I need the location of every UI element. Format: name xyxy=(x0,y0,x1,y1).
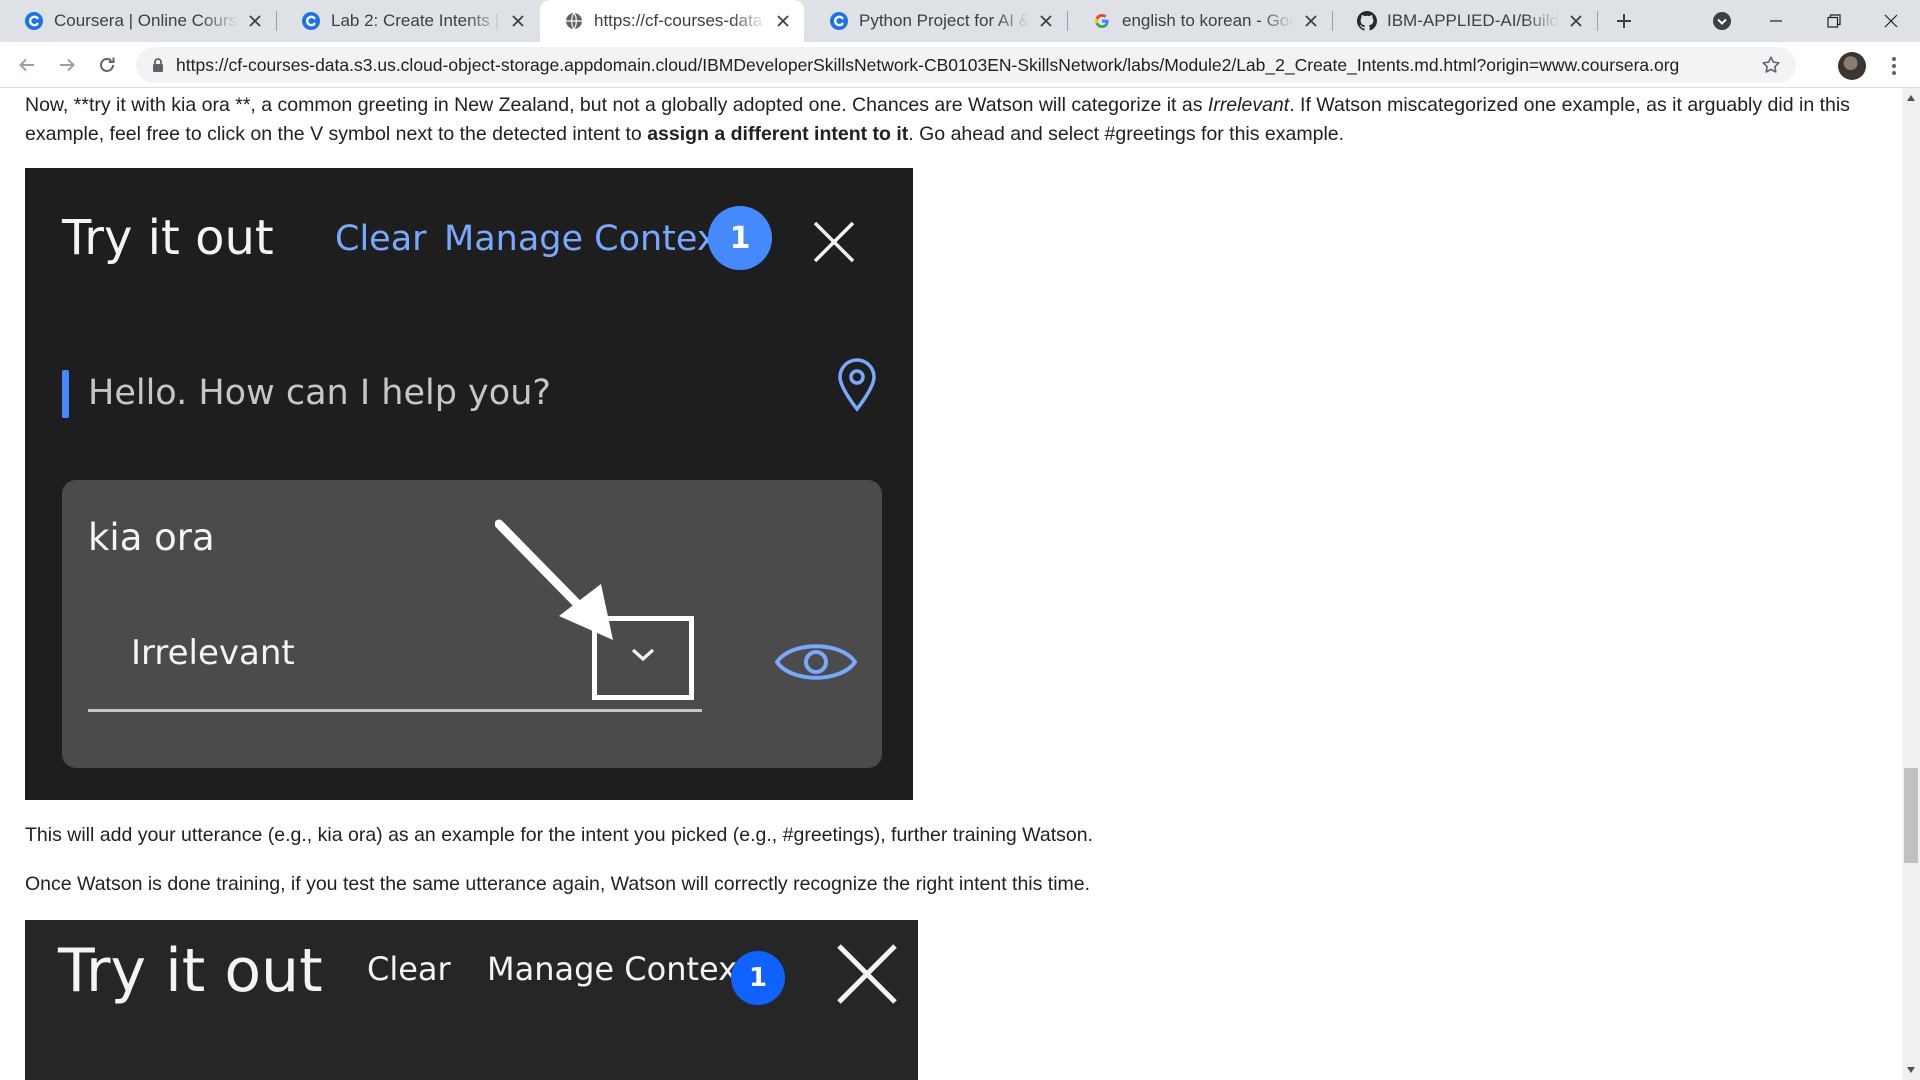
assign-intent-strong: assign a different intent to it xyxy=(647,123,909,145)
clear-link: Clear xyxy=(367,950,451,988)
minimize-icon xyxy=(1770,20,1782,22)
tab-search-button[interactable] xyxy=(1704,0,1740,42)
close-tab-icon[interactable] xyxy=(1035,10,1057,32)
training-paragraph: This will add your utterance (e.g., kia … xyxy=(25,824,1093,846)
retest-paragraph: Once Watson is done training, if you tes… xyxy=(25,873,1091,895)
try-it-out-screenshot-2: Try it out Clear Manage Context 1 xyxy=(25,920,918,1080)
page-scrollbar[interactable] xyxy=(1902,88,1920,1080)
instruction-paragraph: Now, **try it with kia ora **, a common … xyxy=(25,91,1870,149)
tab-title: english to korean - Google xyxy=(1122,11,1294,30)
irrelevant-emphasis: Irrelevant xyxy=(1207,94,1290,116)
restore-icon xyxy=(1827,14,1841,28)
try-it-out-title: Try it out xyxy=(62,210,274,266)
paragraph-text: . Go ahead and select #greetings for thi… xyxy=(908,123,1345,145)
lock-icon xyxy=(153,58,163,72)
profile-avatar[interactable] xyxy=(1838,52,1866,80)
arrow-left-icon xyxy=(19,58,34,72)
eye-icon xyxy=(774,644,858,680)
tab-divider xyxy=(1597,11,1598,31)
close-tab-icon[interactable] xyxy=(1565,10,1587,32)
context-count-badge: 1 xyxy=(708,206,772,270)
pointer-arrow-icon xyxy=(495,519,613,640)
google-icon xyxy=(1092,11,1112,31)
github-icon xyxy=(1357,11,1377,31)
context-count-badge: 1 xyxy=(731,951,785,1005)
coursera-icon xyxy=(829,11,849,31)
back-button[interactable] xyxy=(9,47,45,83)
try-it-out-screenshot: Try it out Clear Manage Context 1 Hello.… xyxy=(25,168,913,800)
new-tab-button[interactable] xyxy=(1606,0,1642,42)
scroll-up-icon[interactable] xyxy=(1906,94,1916,102)
tab-python-project[interactable]: Python Project for AI & Ap xyxy=(805,0,1067,42)
tab-title: Lab 2: Create Intents | Cou xyxy=(331,11,501,30)
tab-title: Python Project for AI & Ap xyxy=(859,11,1029,30)
tab-github[interactable]: IBM-APPLIED-AI/Building A xyxy=(1333,0,1597,42)
page-viewport: Now, **try it with kia ora **, a common … xyxy=(0,88,1902,1080)
paragraph-text: Now, **try it with kia ora **, a common … xyxy=(25,94,1208,116)
bookmark-star-icon[interactable] xyxy=(1760,54,1782,76)
close-icon xyxy=(837,944,897,1004)
intent-underline xyxy=(88,709,702,712)
close-icon xyxy=(813,221,855,263)
minimize-button[interactable] xyxy=(1752,0,1800,42)
browser-toolbar: https://cf-courses-data.s3.us.cloud-obje… xyxy=(0,42,1920,88)
tab-cf-courses[interactable]: https://cf-courses-data.s3.u xyxy=(540,0,804,42)
reload-icon xyxy=(100,57,115,72)
manage-context-link: Manage Context xyxy=(444,219,732,259)
scroll-thumb[interactable] xyxy=(1904,768,1918,863)
arrow-right-icon xyxy=(60,58,75,72)
forward-button[interactable] xyxy=(49,47,85,83)
close-tab-icon[interactable] xyxy=(507,10,529,32)
plus-icon xyxy=(1617,14,1631,28)
coursera-icon xyxy=(24,11,44,31)
address-bar[interactable]: https://cf-courses-data.s3.us.cloud-obje… xyxy=(136,47,1796,83)
tab-lab2[interactable]: Lab 2: Create Intents | Cou xyxy=(277,0,539,42)
close-window-button[interactable] xyxy=(1866,0,1916,42)
tab-title: Coursera | Online Courses xyxy=(54,11,238,30)
input-cursor xyxy=(62,370,69,418)
reload-button[interactable] xyxy=(89,47,125,83)
message-input-placeholder: Hello. How can I help you? xyxy=(88,373,551,413)
close-tab-icon[interactable] xyxy=(244,10,266,32)
tab-google-translate[interactable]: english to korean - Google xyxy=(1068,0,1332,42)
scroll-down-icon[interactable] xyxy=(1906,1066,1916,1074)
tab-coursera[interactable]: Coursera | Online Courses xyxy=(0,0,276,42)
close-icon xyxy=(1884,14,1898,28)
detected-intent: Irrelevant xyxy=(131,633,295,673)
tab-search-icon xyxy=(1713,12,1731,30)
clear-link: Clear xyxy=(335,219,427,259)
restore-button[interactable] xyxy=(1810,0,1858,42)
tab-title: IBM-APPLIED-AI/Building A xyxy=(1387,11,1559,30)
browser-menu-button[interactable] xyxy=(1880,52,1908,80)
utterance-text: kia ora xyxy=(88,516,215,559)
tab-title: https://cf-courses-data.s3.u xyxy=(594,11,766,30)
close-tab-icon[interactable] xyxy=(1300,10,1322,32)
more-vert-icon xyxy=(1892,57,1896,75)
url-text: https://cf-courses-data.s3.us.cloud-obje… xyxy=(176,54,1680,75)
coursera-icon xyxy=(301,11,321,31)
manage-context-link: Manage Context xyxy=(487,950,750,988)
location-pin-icon xyxy=(838,358,876,412)
try-it-out-title: Try it out xyxy=(58,936,323,1006)
tab-strip: Coursera | Online Courses Lab 2: Create … xyxy=(0,0,1920,42)
globe-icon xyxy=(564,11,584,31)
close-tab-icon[interactable] xyxy=(772,10,794,32)
